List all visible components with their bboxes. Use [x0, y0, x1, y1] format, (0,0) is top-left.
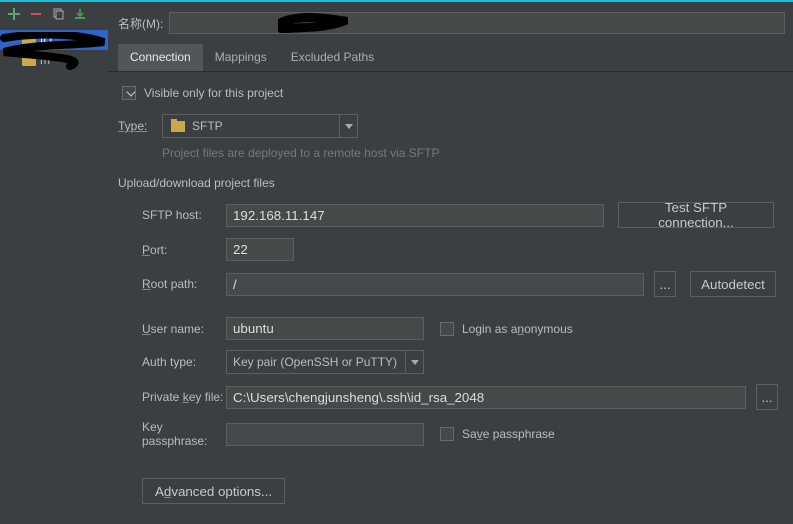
type-hint: Project files are deployed to a remote h… — [162, 146, 785, 160]
test-connection-button[interactable]: Test SFTP connection... — [618, 202, 774, 228]
section-title: Upload/download project files — [118, 176, 785, 190]
tab-mappings[interactable]: Mappings — [203, 44, 279, 71]
tab-bar: Connection Mappings Excluded Paths — [108, 44, 793, 72]
private-key-input[interactable] — [226, 386, 746, 409]
user-label: User name: — [118, 322, 226, 336]
browse-key-button[interactable]: ... — [756, 384, 778, 410]
tree-item-label: fi t — [40, 33, 53, 47]
import-icon[interactable] — [72, 6, 88, 22]
folder-icon — [22, 34, 36, 46]
copy-icon[interactable] — [50, 6, 66, 22]
type-select[interactable]: SFTP — [162, 114, 358, 138]
add-icon[interactable] — [6, 6, 22, 22]
browse-root-button[interactable]: ... — [654, 271, 676, 297]
sftp-icon — [171, 121, 185, 132]
visible-only-label: Visible only for this project — [144, 86, 283, 100]
sftp-host-input[interactable] — [226, 204, 604, 227]
name-input[interactable] — [169, 12, 785, 34]
tab-connection[interactable]: Connection — [118, 44, 203, 71]
main-panel: 名称(M): Connection Mappings Excluded Path… — [108, 4, 793, 524]
auth-type-value: Key pair (OpenSSH or PuTTY) — [233, 355, 397, 369]
tab-excluded-paths[interactable]: Excluded Paths — [279, 44, 386, 71]
username-input[interactable] — [226, 317, 424, 340]
tree-item-server-2[interactable]: m — [0, 50, 108, 70]
chevron-down-icon — [339, 115, 357, 137]
folder-icon — [22, 54, 36, 66]
chevron-down-icon — [405, 351, 423, 373]
save-passphrase-label: Save passphrase — [462, 427, 555, 441]
type-label: Type: — [118, 119, 162, 133]
type-value: SFTP — [192, 119, 223, 133]
port-label: Port: — [118, 243, 226, 257]
save-passphrase-checkbox[interactable] — [440, 427, 454, 441]
passphrase-input[interactable] — [226, 423, 424, 446]
tree-item-label: m — [40, 53, 50, 67]
passphrase-label: Key passphrase: — [118, 420, 226, 448]
login-anonymous-label: Login as anonymous — [462, 322, 573, 336]
private-key-label: Private key file: — [118, 390, 226, 404]
name-label: 名称(M): — [118, 15, 163, 32]
port-input[interactable] — [226, 238, 294, 261]
visible-only-checkbox[interactable] — [122, 86, 136, 100]
login-anonymous-checkbox[interactable] — [440, 322, 454, 336]
tree-item-server-1[interactable]: fi t — [0, 30, 108, 50]
advanced-options-button[interactable]: Advanced options... — [142, 478, 285, 504]
root-path-label: Root path: — [118, 277, 226, 291]
autodetect-button[interactable]: Autodetect — [690, 271, 776, 297]
servers-tree: fi t m — [0, 30, 108, 524]
auth-type-select[interactable]: Key pair (OpenSSH or PuTTY) — [226, 350, 424, 374]
remove-icon[interactable] — [28, 6, 44, 22]
auth-type-label: Auth type: — [118, 355, 226, 369]
host-label: SFTP host: — [118, 208, 226, 222]
root-path-input[interactable] — [226, 273, 644, 296]
